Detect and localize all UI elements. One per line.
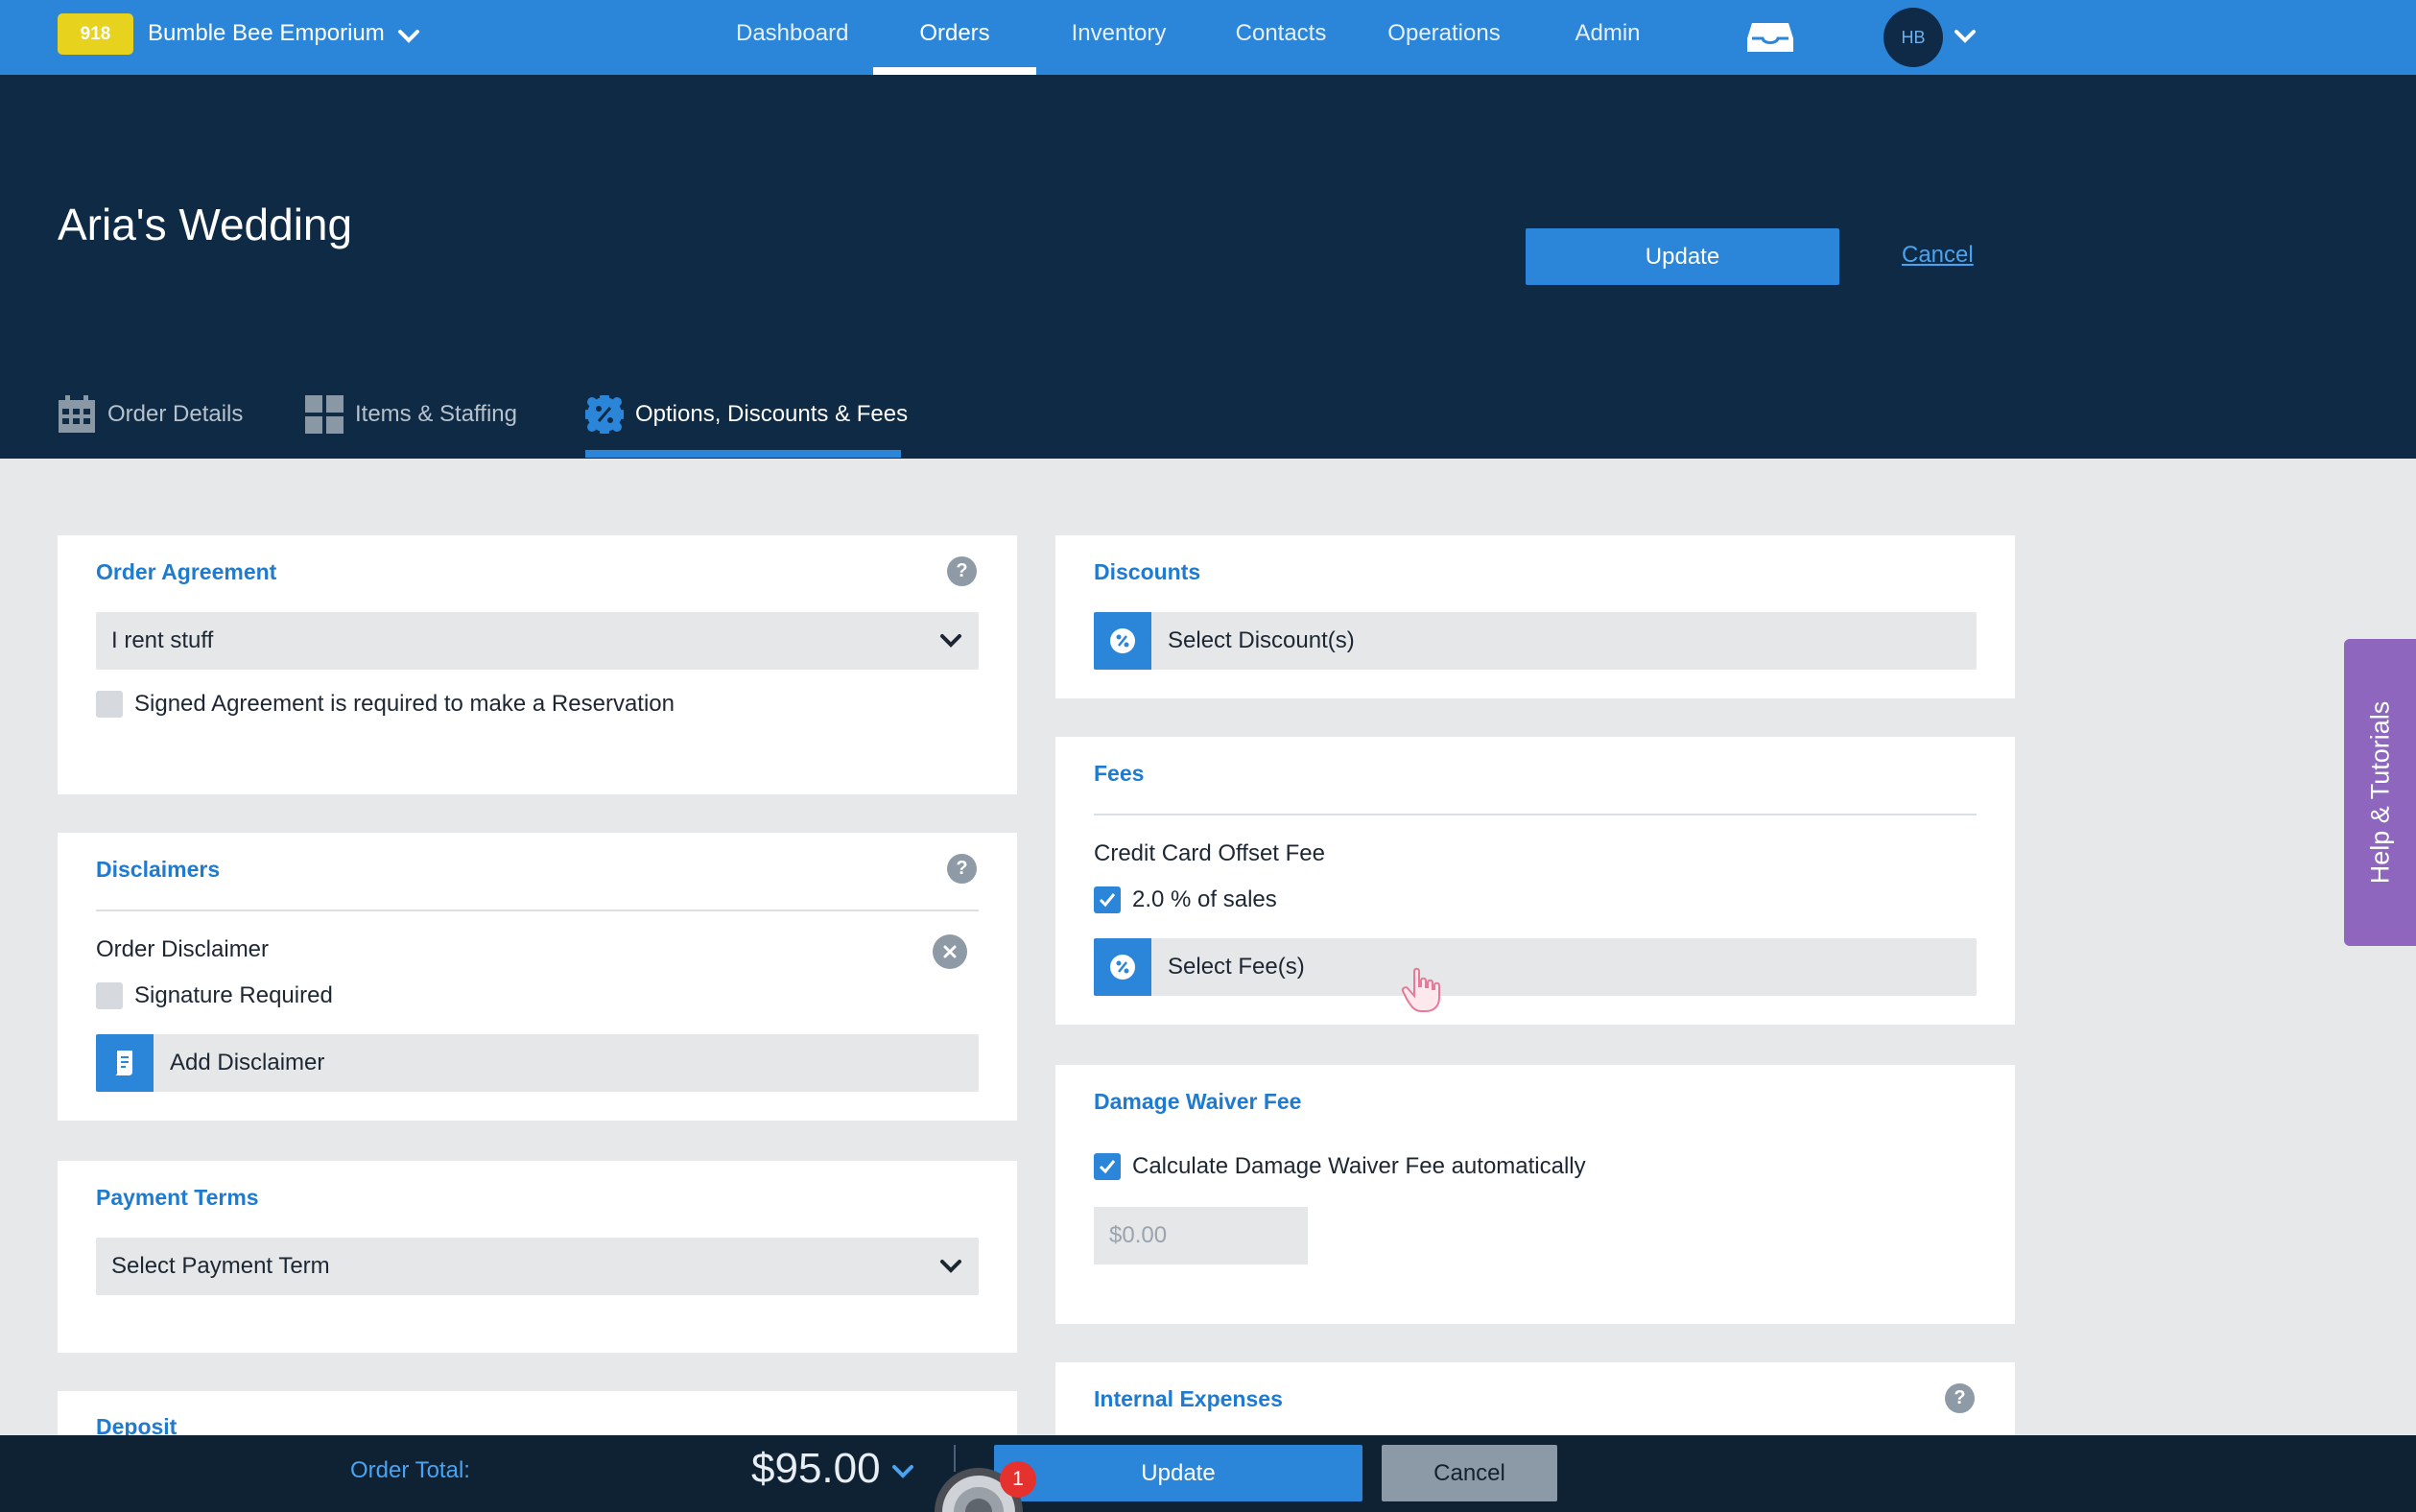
signature-required-row[interactable]: Signature Required	[96, 982, 333, 1009]
button-label: Select Discount(s)	[1168, 627, 1355, 653]
damage-waiver-auto-checkbox[interactable]	[1094, 1153, 1121, 1180]
chevron-down-icon[interactable]	[396, 25, 421, 48]
help-icon[interactable]: ?	[947, 556, 977, 586]
checkbox-label: Signed Agreement is required to make a R…	[134, 691, 675, 717]
signed-agreement-checkbox[interactable]	[96, 691, 123, 718]
notification-badge[interactable]: 1	[1000, 1461, 1036, 1498]
button-label: Add Disclaimer	[170, 1050, 325, 1075]
nav-inventory[interactable]: Inventory	[1071, 20, 1167, 47]
calendar-icon	[59, 395, 95, 433]
tab-items-staffing[interactable]: Items & Staffing	[305, 395, 517, 459]
page-title: Aria's Wedding	[58, 200, 353, 249]
fee-name: Credit Card Offset Fee	[1094, 840, 1325, 866]
tab-active-indicator	[585, 450, 901, 458]
card-title: Order Agreement	[96, 559, 277, 584]
update-button[interactable]: Update	[994, 1445, 1362, 1501]
tab-label: Order Details	[107, 401, 244, 427]
percent-badge-icon	[585, 395, 624, 434]
disclaimers-card: Disclaimers ? Order Disclaimer Signature…	[58, 833, 1017, 1121]
cancel-button[interactable]: Cancel	[1382, 1445, 1557, 1501]
top-navigation-bar: 918 Bumble Bee Emporium Dashboard Orders…	[0, 0, 2416, 75]
business-id-badge: 918	[58, 13, 133, 55]
divider	[1094, 814, 1977, 815]
internal-expenses-card: Internal Expenses ?	[1055, 1362, 2015, 1435]
damage-waiver-card: Damage Waiver Fee Calculate Damage Waive…	[1055, 1065, 2015, 1324]
nav-contacts[interactable]: Contacts	[1234, 20, 1328, 47]
button-label: Select Fee(s)	[1168, 954, 1305, 980]
checkbox-label: Signature Required	[134, 982, 333, 1008]
fee-checkbox[interactable]	[1094, 886, 1121, 913]
help-tab-label: Help & Tutorials	[2365, 700, 2394, 885]
order-total-bar: Order Total: $95.00 Update Cancel	[0, 1435, 2416, 1512]
agreement-select[interactable]: I rent stuff	[96, 612, 979, 670]
order-total-value[interactable]: $95.00	[751, 1445, 881, 1493]
card-title: Damage Waiver Fee	[1094, 1089, 1302, 1114]
select-discounts-button[interactable]: Select Discount(s)	[1094, 612, 1977, 670]
fee-checkbox-row[interactable]: 2.0 % of sales	[1094, 886, 1277, 913]
discounts-card: Discounts Select Discount(s)	[1055, 535, 2015, 698]
tab-label: Options, Discounts & Fees	[635, 401, 909, 427]
chevron-down-icon[interactable]	[890, 1460, 915, 1483]
percent-badge-icon	[1094, 612, 1151, 670]
document-icon	[96, 1034, 154, 1092]
order-total-label: Order Total:	[350, 1457, 470, 1483]
chevron-down-icon[interactable]	[1953, 25, 1978, 48]
payment-terms-card: Payment Terms Select Payment Term	[58, 1161, 1017, 1353]
damage-waiver-amount-field[interactable]: $0.00	[1094, 1207, 1308, 1264]
signature-required-checkbox[interactable]	[96, 982, 123, 1009]
order-agreement-card: Order Agreement ? I rent stuff Signed Ag…	[58, 535, 1017, 794]
signed-agreement-checkbox-row[interactable]: Signed Agreement is required to make a R…	[96, 691, 675, 718]
card-title: Payment Terms	[96, 1185, 259, 1210]
tab-order-details[interactable]: Order Details	[58, 395, 243, 459]
card-title: Discounts	[1094, 559, 1201, 584]
nav-orders[interactable]: Orders	[873, 20, 1036, 47]
help-icon[interactable]: ?	[1945, 1383, 1975, 1413]
help-tutorials-tab[interactable]: Help & Tutorials	[2344, 639, 2416, 946]
damage-waiver-auto-row[interactable]: Calculate Damage Waiver Fee automaticall…	[1094, 1153, 1586, 1180]
nav-operations[interactable]: Operations	[1387, 20, 1501, 47]
add-disclaimer-button[interactable]: Add Disclaimer	[96, 1034, 979, 1092]
fees-card: Fees Credit Card Offset Fee 2.0 % of sal…	[1055, 737, 2015, 1025]
select-fees-button[interactable]: Select Fee(s)	[1094, 938, 1977, 996]
agreement-select-value: I rent stuff	[111, 627, 214, 653]
tab-label: Items & Staffing	[355, 401, 517, 427]
divider	[96, 910, 979, 911]
checkbox-label: 2.0 % of sales	[1132, 886, 1277, 912]
nav-admin[interactable]: Admin	[1572, 20, 1644, 47]
nav-dashboard[interactable]: Dashboard	[736, 20, 848, 47]
cancel-link[interactable]: Cancel	[1902, 242, 1974, 269]
payment-term-placeholder: Select Payment Term	[111, 1253, 330, 1279]
deposit-card: Deposit	[58, 1391, 1017, 1435]
chevron-down-icon	[940, 1260, 961, 1273]
pointer-hand-icon	[1401, 967, 1440, 1012]
card-title: Fees	[1094, 761, 1145, 786]
business-name[interactable]: Bumble Bee Emporium	[148, 20, 385, 47]
checkbox-label: Calculate Damage Waiver Fee automaticall…	[1132, 1153, 1586, 1179]
percent-badge-icon	[1094, 938, 1151, 996]
remove-disclaimer-icon[interactable]	[933, 934, 967, 969]
card-title: Disclaimers	[96, 857, 221, 882]
disclaimer-name: Order Disclaimer	[96, 936, 270, 962]
update-button[interactable]: Update	[1526, 228, 1839, 285]
grid-icon	[305, 395, 343, 434]
chevron-down-icon	[940, 634, 961, 648]
avatar[interactable]: HB	[1883, 8, 1943, 67]
inbox-icon[interactable]	[1746, 21, 1794, 54]
help-icon[interactable]: ?	[947, 854, 977, 884]
payment-term-select[interactable]: Select Payment Term	[96, 1238, 979, 1295]
nav-active-indicator	[873, 67, 1036, 75]
card-title: Internal Expenses	[1094, 1386, 1283, 1411]
card-title: Deposit	[96, 1414, 178, 1435]
